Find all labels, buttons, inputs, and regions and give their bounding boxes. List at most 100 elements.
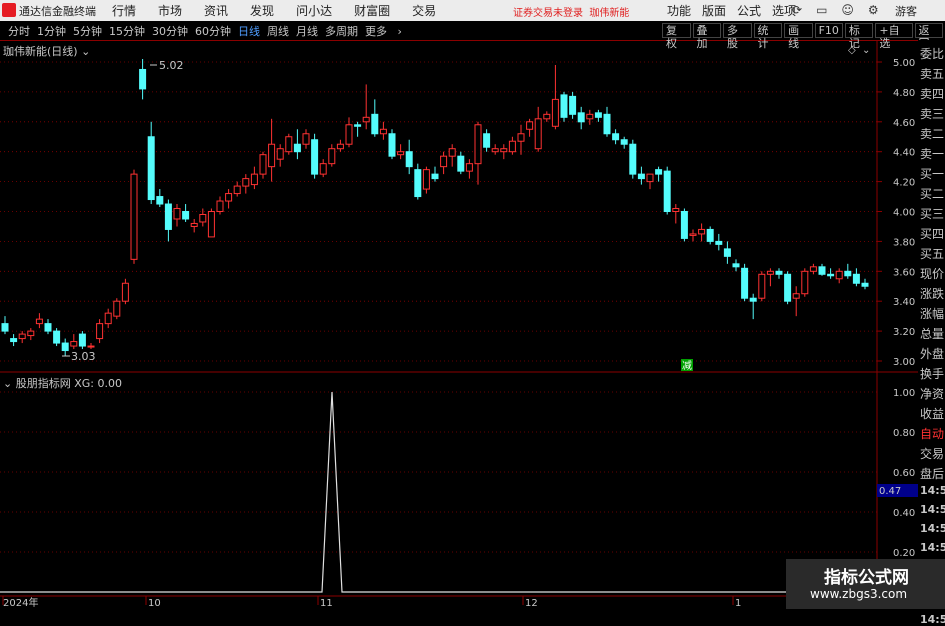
candle-body[interactable] xyxy=(689,233,697,236)
menu-item-news[interactable]: 资讯 xyxy=(204,2,228,19)
candle-body[interactable] xyxy=(560,94,568,118)
candle-body[interactable] xyxy=(775,270,783,275)
candle-body[interactable] xyxy=(698,228,706,235)
candle-body[interactable] xyxy=(276,148,284,160)
candle-body[interactable] xyxy=(250,173,258,186)
candle-body[interactable] xyxy=(371,113,379,135)
candle-body[interactable] xyxy=(758,273,766,299)
candle-body[interactable] xyxy=(207,211,215,238)
candle-body[interactable] xyxy=(199,213,207,223)
period-tab-intraday[interactable]: 分时 xyxy=(8,23,30,39)
user-icon[interactable]: ☺ xyxy=(841,3,854,17)
candle-body[interactable] xyxy=(844,270,852,277)
candle-body[interactable] xyxy=(10,338,18,343)
candle-body[interactable] xyxy=(569,95,577,115)
candle-body[interactable] xyxy=(526,121,534,130)
candle-body[interactable] xyxy=(431,173,439,180)
candle-body[interactable] xyxy=(646,173,654,183)
candle-body[interactable] xyxy=(508,140,516,153)
candle-body[interactable] xyxy=(27,330,35,337)
candle-body[interactable] xyxy=(749,297,757,302)
candle-body[interactable] xyxy=(190,222,198,227)
candle-body[interactable] xyxy=(147,136,155,201)
period-tab-30min[interactable]: 30分钟 xyxy=(152,23,188,39)
candle-body[interactable] xyxy=(319,163,327,175)
candle-body[interactable] xyxy=(182,211,190,220)
menu-item-wealth[interactable]: 财富圈 xyxy=(354,2,390,19)
candle-body[interactable] xyxy=(732,263,740,268)
candle-body[interactable] xyxy=(440,155,448,168)
tool-stats-button[interactable]: 统计 xyxy=(753,23,783,50)
chat-icon[interactable]: ▭ xyxy=(816,3,827,17)
period-tab-15min[interactable]: 15分钟 xyxy=(109,23,145,39)
candle-body[interactable] xyxy=(70,341,78,347)
candle-body[interactable] xyxy=(603,113,611,135)
menu-item-quotes[interactable]: 行情 xyxy=(112,2,136,19)
candle-body[interactable] xyxy=(792,293,800,299)
candle-body[interactable] xyxy=(113,300,121,317)
candle-body[interactable] xyxy=(543,113,551,120)
candle-body[interactable] xyxy=(457,155,465,172)
candle-body[interactable] xyxy=(414,169,422,198)
chevron-down-icon[interactable]: ⌄ xyxy=(3,377,12,390)
candle-body[interactable] xyxy=(766,270,774,275)
candle-body[interactable] xyxy=(448,148,456,157)
candle-body[interactable] xyxy=(285,136,293,153)
candle-body[interactable] xyxy=(612,133,620,141)
tool-draw-button[interactable]: 画线 xyxy=(784,23,813,50)
sidebar-item[interactable]: 自动 xyxy=(920,425,944,442)
menu-item-market[interactable]: 市场 xyxy=(158,2,182,19)
candle-body[interactable] xyxy=(44,323,52,332)
tool-f10-button[interactable]: F10 xyxy=(814,23,843,38)
menu-item-discover[interactable]: 发现 xyxy=(250,2,274,19)
candle-body[interactable] xyxy=(311,139,319,175)
period-tab-5min[interactable]: 5分钟 xyxy=(73,23,102,39)
candle-body[interactable] xyxy=(551,98,559,127)
candle-body[interactable] xyxy=(801,270,809,295)
candle-body[interactable] xyxy=(577,112,585,123)
candle-body[interactable] xyxy=(328,148,336,165)
candle-body[interactable] xyxy=(629,143,637,175)
tool-adjust-button[interactable]: 复权 xyxy=(662,23,691,50)
candle-body[interactable] xyxy=(173,208,181,220)
candle-body[interactable] xyxy=(706,228,714,242)
tool-multi-button[interactable]: 多股 xyxy=(723,23,752,50)
kline-chart[interactable]: 5.00 4.80 4.60 4.40 4.20 4.00 3.80 3.60 3.40 3.20… xyxy=(0,0,945,609)
period-tab-multi[interactable]: 多周期 xyxy=(325,23,358,39)
candle-body[interactable] xyxy=(405,151,413,168)
candle-body[interactable] xyxy=(379,128,387,135)
candle-body[interactable] xyxy=(35,318,43,325)
candle-body[interactable] xyxy=(663,170,671,212)
collapse-icon[interactable]: ⌄ xyxy=(862,45,870,56)
menu-item-function[interactable]: 功能 xyxy=(667,2,691,19)
tool-overlay-button[interactable]: 叠加 xyxy=(692,23,722,50)
candle-body[interactable] xyxy=(233,185,241,195)
candle-body[interactable] xyxy=(354,124,362,127)
candle-body[interactable] xyxy=(594,112,602,118)
candle-body[interactable] xyxy=(835,270,843,280)
menu-item-layout[interactable]: 版面 xyxy=(702,2,726,19)
candle-body[interactable] xyxy=(784,273,792,302)
candle-body[interactable] xyxy=(500,148,508,153)
candle-body[interactable] xyxy=(465,163,473,172)
candle-body[interactable] xyxy=(259,154,267,175)
candle-body[interactable] xyxy=(293,143,301,153)
candle-body[interactable] xyxy=(861,282,869,287)
tool-mark-button[interactable]: 标记 xyxy=(844,23,874,50)
guest-label[interactable]: 游客 xyxy=(895,3,917,19)
candle-body[interactable] xyxy=(827,273,835,277)
sidebar-item[interactable]: 盘后 xyxy=(920,465,944,482)
candle-body[interactable] xyxy=(586,113,594,120)
period-tab-more[interactable]: 更多 › xyxy=(365,23,402,39)
candle-body[interactable] xyxy=(680,211,688,239)
candle-body[interactable] xyxy=(336,143,344,150)
candle-body[interactable] xyxy=(517,133,525,142)
candle-body[interactable] xyxy=(483,133,491,148)
candle-body[interactable] xyxy=(164,203,172,230)
tool-back-button[interactable]: 返回 xyxy=(914,23,944,50)
period-tab-monthly[interactable]: 月线 xyxy=(296,23,318,39)
candle-body[interactable] xyxy=(852,273,860,284)
candle-body[interactable] xyxy=(1,323,9,332)
candle-body[interactable] xyxy=(474,124,482,165)
candle-body[interactable] xyxy=(397,151,405,156)
